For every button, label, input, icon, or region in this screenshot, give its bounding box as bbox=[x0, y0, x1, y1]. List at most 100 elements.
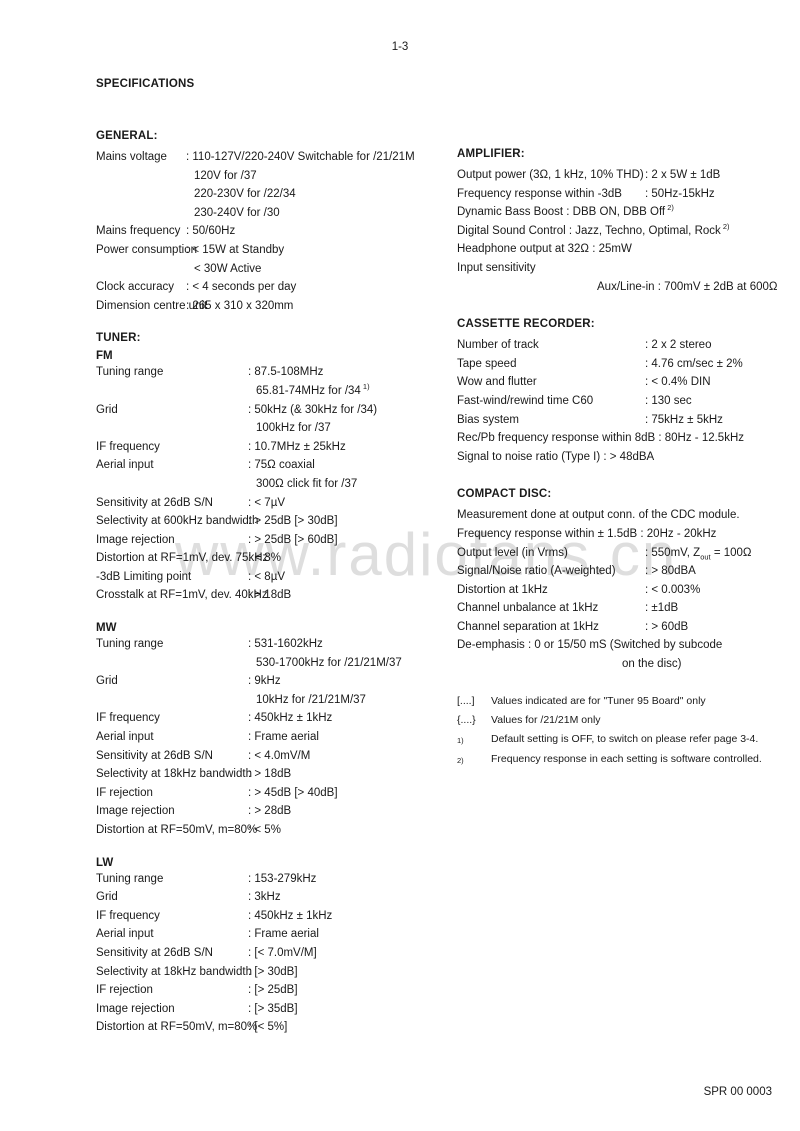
amplifier-spec-list: Output power (3Ω, 1 kHz, 10% THD): 2 x 5… bbox=[457, 166, 787, 203]
spec-value: : 153-279kHz bbox=[248, 872, 317, 885]
spec-value: : 3kHz bbox=[248, 891, 281, 904]
spec-value: : 10.7MHz ± 25kHz bbox=[248, 440, 346, 453]
cd-spec-list: Signal/Noise ratio (A-weighted) : > 80dBA… bbox=[457, 562, 787, 636]
spec-value: : < 0.003% bbox=[645, 583, 701, 596]
spec-value: 300Ω click fit for /37 bbox=[256, 477, 358, 490]
cd-spec-row: Distortion at 1kHz : < 0.003% bbox=[457, 581, 787, 600]
general-spec-row: Mains voltage: 110-127V/220-240V Switcha… bbox=[96, 148, 441, 167]
spec-value: : 531-1602kHz bbox=[248, 638, 323, 651]
spec-value: : 87.5-108MHz bbox=[248, 366, 324, 379]
lw-spec-row: Distortion at RF=50mV, m=80%: [< 5%] bbox=[96, 1018, 441, 1037]
spec-label: IF frequency bbox=[96, 712, 160, 725]
spec-value: : 110-127V/220-240V Switchable for /21/2… bbox=[186, 151, 415, 163]
spec-value: : 75kHz ± 5kHz bbox=[645, 413, 723, 426]
section-heading-general: GENERAL: bbox=[96, 130, 158, 142]
amplifier-spec-row: Dynamic Bass Boost : DBB ON, DBB Off 2) bbox=[457, 203, 674, 219]
spec-label: Distortion at RF=1mV, dev. 75kHz bbox=[96, 552, 269, 565]
spec-label: Output power (3Ω, 1 kHz, 10% THD) bbox=[457, 169, 644, 181]
fm-spec-row: Crosstalk at RF=1mV, dev. 40kHz: > 18dB bbox=[96, 586, 441, 605]
spec-value: : < 7µV bbox=[248, 496, 285, 509]
spec-value: : 450kHz ± 1kHz bbox=[248, 909, 333, 922]
spec-label: Power consumption bbox=[96, 243, 197, 256]
spec-label: Output level (in Vrms) bbox=[457, 546, 568, 559]
impedance-subscript: out bbox=[700, 551, 711, 561]
spec-label: Signal/Noise ratio (A-weighted) bbox=[457, 565, 616, 578]
general-spec-row: Power consumption: < 15W at Standby bbox=[96, 241, 441, 260]
spec-value: : [< 7.0mV/M] bbox=[248, 946, 317, 959]
lw-spec-row: Selectivity at 18kHz bandwidth: [> 30dB] bbox=[96, 963, 441, 982]
cd-output-level-row: Output level (in Vrms): 550mV, Zout = 10… bbox=[457, 544, 787, 563]
fm-spec-row: Grid: 50kHz (& 30kHz for /34) bbox=[96, 401, 441, 420]
spec-label bbox=[96, 691, 248, 710]
spec-value: : > 25dB [> 30dB] bbox=[248, 515, 338, 528]
subsection-heading-lw: LW bbox=[96, 856, 114, 869]
subsection-heading-fm: FM bbox=[96, 350, 113, 363]
spec-value: : 4.76 cm/sec ± 2% bbox=[645, 357, 743, 370]
fm-spec-row: 65.81-74MHz for /34 1) bbox=[96, 382, 441, 401]
spec-value: : < 0.4% DIN bbox=[645, 376, 711, 389]
lw-spec-row: Aerial input: Frame aerial bbox=[96, 925, 441, 944]
spec-label: -3dB Limiting point bbox=[96, 570, 192, 583]
spec-value: : 50kHz (& 30kHz for /34) bbox=[248, 403, 378, 416]
subsection-heading-mw: MW bbox=[96, 622, 117, 635]
spec-label bbox=[96, 419, 248, 438]
cd-free-rows: Frequency response within ± 1.5dB : 20Hz… bbox=[457, 525, 787, 544]
spec-label: Grid bbox=[96, 891, 118, 904]
general-spec-row: 220-230V for /22/34 bbox=[96, 185, 441, 204]
spec-label: Frequency response within -3dB bbox=[457, 187, 622, 200]
general-spec-row: Dimension centre unit: 265 x 310 x 320mm bbox=[96, 297, 441, 316]
spec-label: Sensitivity at 26dB S/N bbox=[96, 946, 213, 959]
spec-label bbox=[96, 654, 248, 673]
spec-value: : 450kHz ± 1kHz bbox=[248, 712, 333, 725]
spec-value: : < 4.0mV/M bbox=[248, 749, 311, 762]
spec-value: 220-230V for /22/34 bbox=[194, 188, 296, 201]
amplifier-spec-row: Aux/Line-in : 700mV ± 2dB at 600Ω bbox=[597, 280, 778, 293]
spec-value: : 50/60Hz bbox=[186, 225, 236, 238]
cassette-spec-row: Rec/Pb frequency response within 8dB : 8… bbox=[457, 432, 745, 445]
footnote-marker: {....} bbox=[457, 714, 476, 726]
general-spec-row: Clock accuracy: < 4 seconds per day bbox=[96, 278, 441, 297]
spec-label: Tape speed bbox=[457, 357, 517, 370]
spec-label bbox=[96, 204, 186, 223]
section-heading-cassette: CASSETTE RECORDER: bbox=[457, 318, 595, 331]
cd-spec-row: Frequency response within ± 1.5dB : 20Hz… bbox=[457, 527, 717, 540]
spec-value: : 265 x 310 x 320mm bbox=[186, 299, 294, 312]
spec-label: Aerial input bbox=[96, 928, 154, 941]
spec-value: : 2 x 2 stereo bbox=[645, 339, 712, 352]
spec-value: : [> 25dB] bbox=[248, 984, 298, 997]
spec-label: Selectivity at 18kHz bandwidth bbox=[96, 965, 252, 978]
spec-value: : > 25dB [> 60dB] bbox=[248, 533, 338, 546]
spec-label: Mains frequency bbox=[96, 225, 181, 238]
amplifier-spec-row: Output power (3Ω, 1 kHz, 10% THD): 2 x 5… bbox=[457, 166, 787, 185]
spec-label bbox=[96, 185, 186, 204]
spec-value: : > 45dB [> 40dB] bbox=[248, 786, 338, 799]
spec-value: : [> 30dB] bbox=[248, 965, 298, 978]
spec-value: : ±1dB bbox=[645, 602, 679, 615]
footnote-text: Default setting is OFF, to switch on ple… bbox=[491, 733, 759, 745]
spec-label: Sensitivity at 26dB S/N bbox=[96, 496, 213, 509]
mw-spec-row: Selectivity at 18kHz bandwidth: > 18dB bbox=[96, 765, 441, 784]
lw-spec-row: Sensitivity at 26dB S/N : [< 7.0mV/M] bbox=[96, 944, 441, 963]
fm-spec-row: Aerial input: 75Ω coaxial bbox=[96, 456, 441, 475]
cassette-spec-list: Number of track: 2 x 2 stereo Tape speed:… bbox=[457, 336, 787, 429]
general-spec-list: Mains voltage: 110-127V/220-240V Switcha… bbox=[96, 148, 441, 315]
cd-spec-row: Channel separation at 1kHz: > 60dB bbox=[457, 618, 787, 637]
spec-label: Distortion at 1kHz bbox=[457, 583, 548, 596]
spec-value: : < 5% bbox=[248, 824, 281, 836]
spec-value: : > 28dB bbox=[248, 805, 292, 818]
spec-label: Dimension centre unit bbox=[96, 299, 208, 312]
footnote-marker: 2) bbox=[720, 221, 730, 231]
left-column: GENERAL: Mains voltage: 110-127V/220-240… bbox=[96, 130, 441, 1037]
spec-label: Aerial input bbox=[96, 731, 154, 744]
cassette-spec-row: Signal to noise ratio (Type I) : > 48dBA bbox=[457, 450, 655, 463]
spec-label: IF rejection bbox=[96, 786, 153, 799]
spec-value: 530-1700kHz for /21/21M/37 bbox=[256, 656, 402, 669]
cassette-free-rows: Rec/Pb frequency response within 8dB : 8… bbox=[457, 429, 787, 466]
section-heading-amplifier: AMPLIFIER: bbox=[457, 148, 525, 160]
specifications-page: www.radiofans.cn 1-3 SPECIFICATIONS SPR … bbox=[0, 0, 800, 1131]
mw-spec-list: Tuning range: 531-1602kHz 530-1700kHz for… bbox=[96, 635, 441, 840]
fm-spec-row: Sensitivity at 26dB S/N : < 7µV bbox=[96, 494, 441, 513]
spec-value: : > 80dBA bbox=[645, 565, 696, 578]
mw-spec-row: Aerial input: Frame aerial bbox=[96, 728, 441, 747]
footnote-row: 1) Default setting is OFF, to switch on p… bbox=[457, 730, 787, 750]
